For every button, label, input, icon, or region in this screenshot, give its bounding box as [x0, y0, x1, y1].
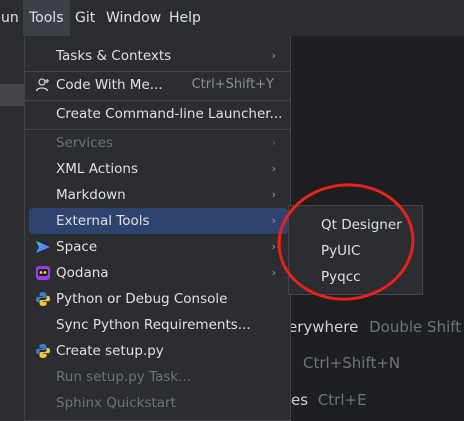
submenu-item-qt-designer[interactable]: Qt Designer [289, 212, 422, 238]
submenu-arrow-icon: › [271, 136, 276, 149]
menu-tools[interactable]: Tools [23, 0, 70, 36]
submenu-arrow-icon: › [271, 214, 276, 227]
hint-action: erywhere [288, 318, 359, 336]
hint-shortcut: Double Shift [369, 318, 462, 336]
menu-item-tasks-contexts[interactable]: Tasks & Contexts › [29, 43, 288, 69]
menu-item-label: Create setup.py [56, 343, 164, 359]
external-tools-submenu: Qt Designer PyUIC Pyqcc [288, 205, 423, 295]
menu-item-label: Create Command-line Launcher... [56, 106, 283, 122]
menu-item-markdown[interactable]: Markdown › [29, 182, 288, 208]
menu-item-label: Qodana [56, 265, 109, 281]
hint-shortcut: Ctrl+E [317, 391, 367, 409]
menu-window[interactable]: Window [100, 0, 167, 36]
menu-item-run-setup-py-task: Run setup.py Task... [29, 364, 288, 390]
menu-item-label: Tasks & Contexts [56, 48, 172, 64]
project-tool-strip [0, 36, 24, 421]
menu-item-label: Sphinx Quickstart [56, 395, 176, 411]
hint-go-to-file: Ctrl+Shift+N [303, 354, 400, 372]
python-icon [36, 292, 50, 306]
user-add-icon [35, 78, 49, 92]
menu-item-label: Code With Me... [56, 77, 163, 93]
menu-item-label: Python or Debug Console [56, 291, 228, 307]
space-logo-icon [36, 241, 50, 253]
qodana-logo-icon [36, 266, 50, 280]
menu-item-shortcut: Ctrl+Shift+Y [191, 77, 274, 92]
hint-recent-files: es Ctrl+E [291, 391, 367, 409]
hint-action: es [291, 391, 309, 409]
menu-item-external-tools[interactable]: External Tools › [29, 208, 288, 234]
menu-item-label: Sync Python Requirements... [56, 317, 251, 333]
menu-item-xml-actions[interactable]: XML Actions › [29, 156, 288, 182]
menu-item-create-command-line-launcher[interactable]: Create Command-line Launcher... [29, 101, 288, 127]
hint-search-everywhere: erywhere Double Shift [288, 318, 461, 336]
menu-item-python-debug-console[interactable]: Python or Debug Console [29, 286, 288, 312]
submenu-arrow-icon: › [271, 240, 276, 253]
menu-item-label: Run setup.py Task... [56, 369, 192, 385]
menu-item-label: Services [56, 135, 113, 151]
menu-item-space[interactable]: Space › [29, 234, 288, 260]
selected-tree-row[interactable] [0, 84, 24, 106]
menu-help[interactable]: Help [163, 0, 207, 36]
submenu-arrow-icon: › [271, 188, 276, 201]
submenu-arrow-icon: › [271, 49, 276, 62]
menu-git[interactable]: Git [69, 0, 101, 36]
submenu-item-pyuic[interactable]: PyUIC [289, 238, 422, 264]
menu-item-label: Space [56, 239, 98, 255]
menu-item-sync-python-requirements[interactable]: Sync Python Requirements... [29, 312, 288, 338]
submenu-arrow-icon: › [271, 162, 276, 175]
menu-item-label: External Tools [56, 213, 150, 229]
menu-run[interactable]: un [0, 0, 25, 36]
menu-item-create-setup-py[interactable]: Create setup.py [29, 338, 288, 364]
menu-item-code-with-me[interactable]: Code With Me... Ctrl+Shift+Y [29, 72, 288, 98]
menu-item-sphinx-quickstart: Sphinx Quickstart [29, 390, 288, 416]
submenu-arrow-icon: › [271, 266, 276, 279]
menu-bar: un Tools Git Window Help [0, 0, 464, 36]
tools-menu: Tasks & Contexts › Code With Me... Ctrl+… [24, 36, 291, 421]
hint-shortcut: Ctrl+Shift+N [303, 354, 401, 372]
menu-item-label: Markdown [56, 187, 126, 203]
menu-item-label: XML Actions [56, 161, 139, 177]
menu-item-services: Services › [29, 130, 288, 156]
python-icon [36, 344, 50, 358]
submenu-item-pyqcc[interactable]: Pyqcc [289, 264, 422, 290]
menu-item-qodana[interactable]: Qodana › [29, 260, 288, 286]
